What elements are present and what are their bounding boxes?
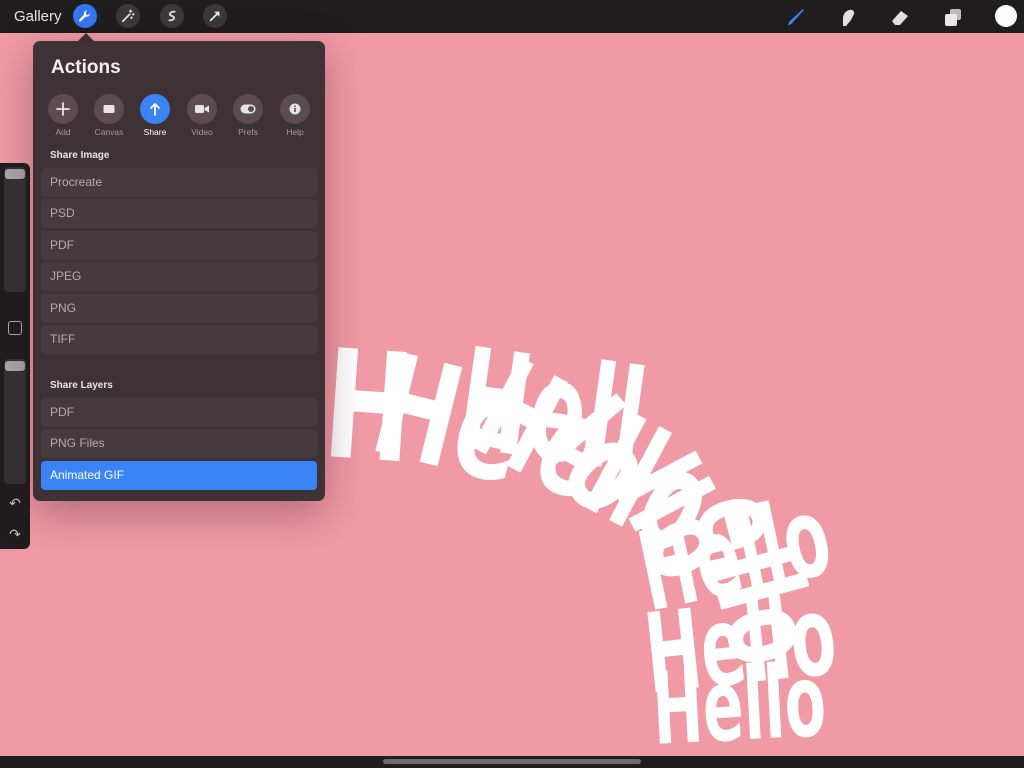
section-heading-share-layers: Share Layers	[50, 380, 113, 391]
tab-label: Video	[191, 127, 213, 137]
share-option-pdf[interactable]: PDF	[41, 231, 317, 260]
redo-icon[interactable]: ↷	[7, 527, 23, 541]
toggle-icon	[233, 94, 263, 124]
share-layers-option-animated-gif[interactable]: Animated GIF	[41, 461, 317, 490]
undo-icon[interactable]: ↶	[7, 496, 23, 510]
info-icon	[280, 94, 310, 124]
brush-size-handle[interactable]	[5, 169, 25, 179]
brush-size-slider[interactable]	[4, 167, 26, 292]
art-word: Hello	[649, 641, 829, 768]
modify-button[interactable]	[8, 321, 22, 335]
art-word: llo	[586, 435, 763, 603]
canvas-icon	[94, 94, 124, 124]
tab-canvas[interactable]: Canvas	[89, 94, 129, 137]
share-option-png[interactable]: PNG	[41, 294, 317, 323]
magic-wand-icon[interactable]	[116, 4, 140, 28]
brush-icon[interactable]	[785, 6, 807, 28]
actions-panel: Actions Add Canvas Share Video Prefs Hel…	[33, 41, 325, 501]
wrench-icon[interactable]	[73, 4, 97, 28]
gallery-button[interactable]: Gallery	[14, 8, 62, 25]
art-word: Hello	[449, 329, 740, 588]
tab-add[interactable]: Add	[43, 94, 83, 137]
art-word: Hello	[639, 571, 842, 719]
tab-prefs[interactable]: Prefs	[228, 94, 268, 137]
tab-share[interactable]: Share	[135, 94, 175, 137]
share-option-procreate[interactable]: Procreate	[41, 168, 317, 197]
bottom-bar	[0, 756, 1024, 768]
share-option-jpeg[interactable]: JPEG	[41, 262, 317, 291]
top-toolbar: Gallery	[0, 0, 1024, 33]
tab-video[interactable]: Video	[182, 94, 222, 137]
share-arrow-icon	[140, 94, 170, 124]
layers-icon[interactable]	[942, 6, 964, 28]
color-picker-button[interactable]	[995, 5, 1017, 27]
share-layers-option-png-files[interactable]: PNG Files	[41, 429, 317, 458]
video-camera-icon	[187, 94, 217, 124]
art-word: Hell	[448, 318, 655, 506]
tab-label: Help	[286, 127, 304, 137]
selection-icon[interactable]	[160, 4, 184, 28]
art-word: He	[358, 323, 542, 518]
eraser-icon[interactable]	[889, 6, 911, 28]
tab-label: Share	[143, 127, 167, 137]
panel-title: Actions	[51, 57, 121, 78]
plus-icon	[48, 94, 78, 124]
left-sidebar: ↶ ↷	[0, 163, 30, 549]
tab-help[interactable]: Help	[275, 94, 315, 137]
share-layers-option-pdf[interactable]: PDF	[41, 398, 317, 427]
share-option-tiff[interactable]: TIFF	[41, 325, 317, 354]
smudge-icon[interactable]	[837, 6, 859, 28]
opacity-handle[interactable]	[5, 361, 25, 371]
opacity-slider[interactable]	[4, 359, 26, 484]
popover-pointer	[78, 33, 94, 41]
transform-arrow-icon[interactable]	[203, 4, 227, 28]
share-option-psd[interactable]: PSD	[41, 199, 317, 228]
art-word: ello	[665, 477, 845, 680]
tab-label: Add	[55, 127, 71, 137]
art-word: lo	[511, 372, 689, 543]
art-word: Hello	[628, 471, 842, 637]
tab-label: Prefs	[238, 127, 258, 137]
art-word: H	[318, 318, 419, 498]
section-heading-share-image: Share Image	[50, 150, 110, 161]
home-indicator[interactable]	[383, 759, 641, 764]
tab-label: Canvas	[94, 127, 124, 137]
